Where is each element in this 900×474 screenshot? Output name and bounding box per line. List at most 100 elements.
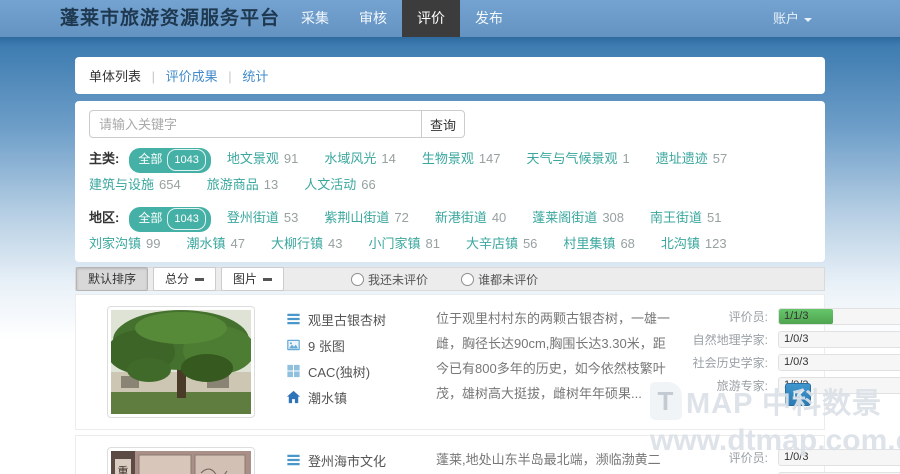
filter-option[interactable]: 村里集镇 68 (563, 232, 634, 256)
radio-label: 谁都未评价 (478, 271, 538, 288)
filter-option[interactable]: 小门家镇81 (368, 232, 439, 256)
rating-bar: 1/0/3 (778, 331, 900, 348)
account-label: 账户 (773, 11, 799, 26)
image-icon (286, 338, 301, 352)
radio-not-rated-by-me[interactable]: 我还未评价 (351, 271, 428, 288)
filter-option[interactable]: 紫荆山街道72 (324, 206, 408, 230)
sort-score-button[interactable]: 总分 (153, 267, 216, 291)
item-image-count-row: 9 张图 (286, 332, 434, 358)
sort-image-button[interactable]: 图片 (221, 267, 284, 291)
filter-option-name: 大辛店镇 (466, 236, 518, 251)
nav-item-review[interactable]: 审核 (344, 0, 402, 37)
home-icon (286, 390, 301, 404)
item-thumbnail[interactable] (107, 306, 255, 418)
tab-entity-list[interactable]: 单体列表 (89, 69, 141, 84)
list-icon (286, 312, 301, 326)
edit-icon (792, 388, 805, 401)
page: 蓬莱市旅游资源服务平台 采集 审核 评价 发布 账户 单体列表 | 评价成果 |… (0, 0, 900, 474)
filter-option[interactable]: 天气与气候景观1 (527, 147, 630, 171)
item-thumbnail[interactable]: 重 修 蓬 莱 (107, 447, 255, 474)
filter-option[interactable]: 蓬莱阁街道308 (532, 206, 624, 230)
filter-option-name: 水域风光 (324, 151, 376, 166)
radio-not-rated-by-anyone[interactable]: 谁都未评价 (461, 271, 538, 288)
item-town-row: 潮水镇 (286, 384, 434, 410)
filter-option[interactable]: 北沟镇123 (661, 232, 727, 256)
filter-option[interactable]: 遗址遗迹57 (656, 147, 727, 171)
item-title-row[interactable]: 登州海市文化 (286, 447, 434, 473)
filter-option-name: 登州街道 (227, 210, 279, 225)
filter-option[interactable]: 新港街道 40 (435, 206, 506, 230)
search-input[interactable] (89, 110, 421, 138)
filter-option-count: 123 (705, 236, 727, 251)
filter-option-name: 紫荆山街道 (324, 210, 389, 225)
filter-option-name: 生物景观 (422, 151, 474, 166)
filter-option[interactable]: 生物景观147 (422, 147, 501, 171)
filter-option-count: 43 (328, 236, 342, 251)
filter-option[interactable]: 南王街道51 (650, 206, 721, 230)
item-info: 观里古银杏树 9 张图 CAC(独树) 潮水镇 (286, 306, 434, 418)
sort-bar: 默认排序 总分 图片 我还未评价 谁都未评价 (75, 267, 825, 291)
tab-separator: | (152, 69, 155, 84)
filter-label-region: 地区: (89, 210, 119, 225)
filter-option-name: 天气与气候景观 (527, 151, 618, 166)
search-button[interactable]: 查询 (421, 110, 465, 138)
rating-label: 评价员: (674, 308, 778, 325)
filter-option-name: 村里集镇 (563, 236, 615, 251)
radio-icon (461, 273, 474, 286)
filter-option[interactable]: 大柳行镇43 (271, 232, 342, 256)
tab-evaluation-results[interactable]: 评价成果 (166, 69, 218, 84)
item-category-row: CAC(独树) (286, 358, 434, 384)
filter-option-name: 建筑与设施 (89, 177, 154, 192)
item-town: 潮水镇 (308, 388, 347, 407)
app-title[interactable]: 蓬莱市旅游资源服务平台 (60, 0, 280, 37)
badge-all-count: 1043 (167, 149, 205, 171)
filter-option-name: 潮水镇 (186, 236, 225, 251)
ancient-book-photo: 重 修 蓬 莱 (111, 451, 251, 474)
caret-down-icon (804, 18, 812, 22)
filter-region-all-badge[interactable]: 全部1043 (129, 207, 211, 232)
filter-option[interactable]: 旅游商品13 (207, 173, 278, 197)
rating-row: 评价员: 1/1/3 (674, 308, 900, 325)
filter-option-name: 新港街道 (435, 210, 487, 225)
sort-default-button[interactable]: 默认排序 (76, 267, 148, 291)
sort-button-label: 图片 (233, 269, 257, 289)
nav-item-evaluate[interactable]: 评价 (402, 0, 460, 37)
filter-option-count: 66 (361, 177, 375, 192)
filter-option-count: 91 (284, 151, 298, 166)
filter-option-count: 47 (231, 236, 245, 251)
filter-option[interactable]: 建筑与设施654 (89, 173, 181, 197)
search-group: 查询 (89, 110, 465, 138)
edit-button[interactable] (785, 383, 811, 406)
filter-option-name: 地文景观 (227, 151, 279, 166)
rating-row: 自然地理学家: 1/0/3 (674, 331, 900, 348)
tab-statistics[interactable]: 统计 (242, 69, 268, 84)
filter-option-count: 99 (146, 236, 160, 251)
account-menu[interactable]: 账户 (773, 0, 812, 37)
filter-option[interactable]: 潮水镇 47 (186, 232, 244, 256)
filter-option[interactable]: 大辛店镇56 (466, 232, 537, 256)
filter-option[interactable]: 登州街道 53 (227, 206, 298, 230)
filter-option-name: 旅游商品 (207, 177, 259, 192)
rating-bar: 1/0/3 (778, 449, 900, 466)
filter-option[interactable]: 刘家沟镇99 (89, 232, 160, 256)
filter-option-count: 308 (602, 210, 624, 225)
nav-item-publish[interactable]: 发布 (460, 0, 518, 37)
filter-option-count: 68 (620, 236, 634, 251)
filter-option-count: 53 (284, 210, 298, 225)
rating-value: 1/0/3 (784, 332, 808, 347)
filter-option[interactable]: 人文活动66 (304, 173, 375, 197)
top-navbar: 蓬莱市旅游资源服务平台 采集 审核 评价 发布 账户 (0, 0, 900, 37)
filter-option-count: 81 (425, 236, 439, 251)
filter-option[interactable]: 地文景观 91 (227, 147, 298, 171)
filter-option-count: 40 (492, 210, 506, 225)
tab-separator: | (228, 69, 231, 84)
filter-category-all-badge[interactable]: 全部1043 (129, 148, 211, 173)
item-title-row[interactable]: 观里古银杏树 (286, 306, 434, 332)
tree-photo (111, 310, 251, 414)
rating-label: 社会历史学家: (674, 354, 778, 371)
item-title: 观里古银杏树 (308, 310, 386, 329)
nav-item-collect[interactable]: 采集 (286, 0, 344, 37)
item-info: 登州海市文化 3 张图 HBB(文学艺术作品) 蓬莱阁街道 (286, 447, 434, 474)
filter-option[interactable]: 水域风光14 (324, 147, 395, 171)
rating-value: 1/0/3 (784, 355, 808, 370)
